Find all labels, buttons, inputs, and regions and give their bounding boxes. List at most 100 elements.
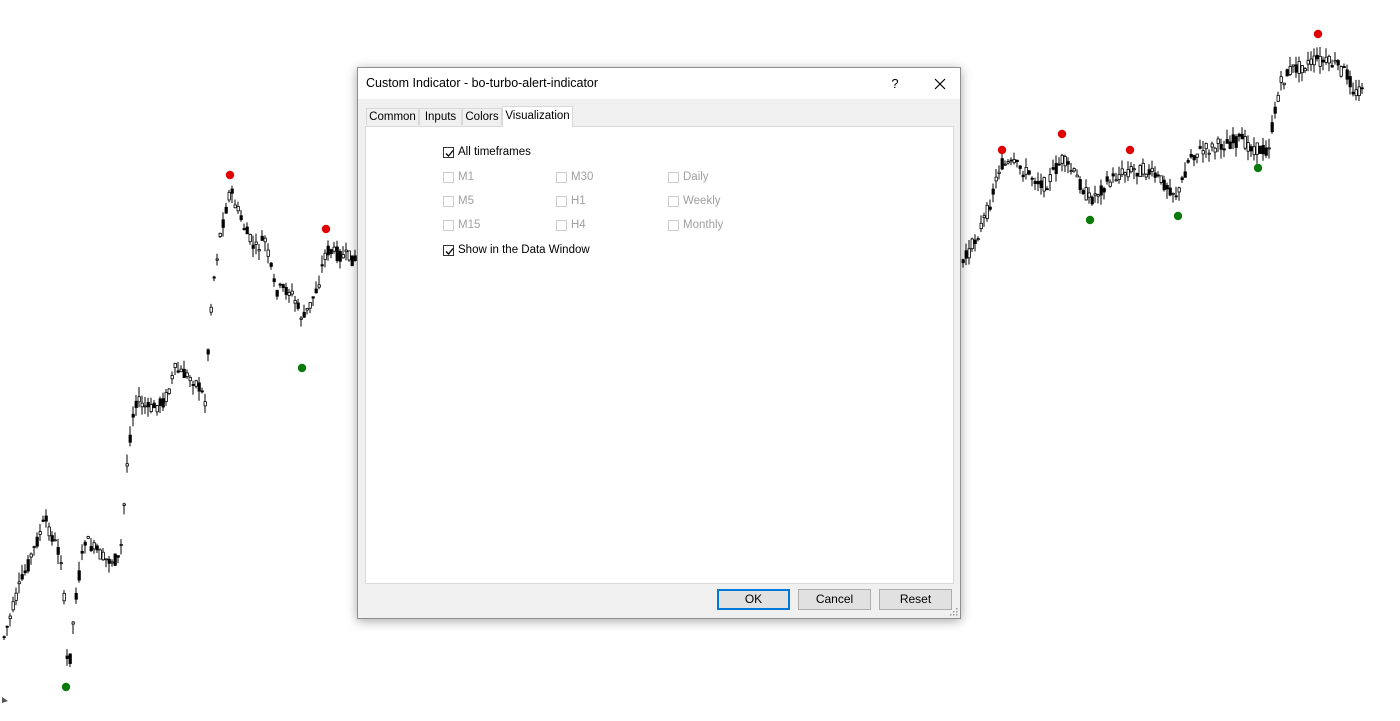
ok-button[interactable]: OK — [717, 589, 790, 610]
candle-body — [1258, 146, 1262, 154]
candle-body — [1003, 163, 1007, 166]
candle-body — [1297, 61, 1301, 74]
candle-body — [1144, 173, 1148, 178]
candle-body — [236, 206, 240, 212]
candle-body — [1321, 59, 1325, 63]
timeframe-label: Monthly — [683, 219, 724, 231]
candle-body — [209, 306, 213, 313]
sell-signal-dot — [997, 145, 1007, 155]
buy-signal-dot — [61, 682, 71, 692]
candle-body — [182, 368, 186, 379]
candle-body — [1039, 180, 1043, 188]
candle-body — [71, 621, 75, 625]
timeframe-h1-checkbox[interactable]: H1 — [556, 195, 586, 207]
candle-body — [257, 249, 261, 252]
tab-visualization[interactable]: Visualization — [502, 106, 573, 127]
title-bar[interactable]: Custom Indicator - bo-turbo-alert-indica… — [358, 68, 960, 99]
candle-body — [146, 401, 150, 408]
tab-common[interactable]: Common — [366, 108, 419, 125]
candle-body — [92, 542, 96, 550]
timeframe-m30-checkbox[interactable]: M30 — [556, 171, 593, 183]
candle-body — [1066, 161, 1070, 165]
tab-inputs[interactable]: Inputs — [419, 108, 462, 125]
candle-body — [1087, 192, 1091, 198]
reset-button[interactable]: Reset — [879, 589, 952, 610]
all-timeframes-checkbox[interactable]: All timeframes — [443, 146, 531, 158]
timeframe-daily-checkbox[interactable]: Daily — [668, 171, 709, 183]
sell-signal-dot — [1057, 129, 1067, 139]
cancel-button[interactable]: Cancel — [798, 589, 871, 610]
tab-colors[interactable]: Colors — [462, 108, 502, 125]
timeframe-m1-checkbox[interactable]: M1 — [443, 171, 474, 183]
candle-body — [1294, 64, 1298, 73]
candle-body — [104, 558, 108, 561]
candle-body — [1063, 156, 1067, 167]
all-timeframes-label: All timeframes — [458, 146, 531, 158]
candle-body — [305, 308, 309, 311]
candle-body — [152, 402, 156, 409]
candle-body — [323, 252, 327, 260]
candle-body — [1309, 58, 1313, 65]
checkmark-icon — [445, 247, 454, 255]
visualization-panel: All timeframes M1 M5 M15 M30 H1 H4 Daily… — [365, 126, 954, 584]
candle-body — [200, 390, 204, 393]
checkbox-box — [443, 195, 454, 207]
candle-body — [1318, 55, 1322, 67]
candle-body — [1210, 143, 1214, 148]
candle-body — [1288, 66, 1292, 75]
candle-body — [964, 250, 968, 259]
candle-body — [1051, 167, 1055, 170]
candle-body — [1351, 91, 1355, 95]
timeframe-weekly-checkbox[interactable]: Weekly — [668, 195, 721, 207]
candle-body — [170, 375, 174, 380]
candle-body — [1339, 66, 1343, 77]
candle-body — [38, 531, 42, 535]
candle-body — [1189, 153, 1193, 158]
candle-body — [281, 284, 285, 288]
candle-body — [1357, 86, 1361, 96]
candle-body — [1291, 64, 1295, 67]
timeframe-m15-checkbox[interactable]: M15 — [443, 219, 480, 231]
candle-body — [1033, 180, 1037, 184]
candle-body — [1012, 159, 1016, 164]
candle-body — [338, 250, 342, 262]
candle-body — [218, 232, 222, 237]
candle-body — [95, 545, 99, 551]
candle-body — [137, 396, 141, 403]
timeframe-h4-checkbox[interactable]: H4 — [556, 219, 586, 231]
close-button[interactable] — [920, 68, 960, 99]
candle-body — [263, 237, 267, 243]
help-button[interactable]: ? — [878, 68, 912, 99]
timeframe-m5-checkbox[interactable]: M5 — [443, 195, 474, 207]
candle-body — [1228, 141, 1232, 149]
resize-grip-icon[interactable] — [950, 608, 958, 616]
candle-body — [994, 176, 998, 182]
candle-body — [1345, 69, 1349, 80]
candle-body — [1024, 166, 1028, 175]
candle-body — [347, 250, 351, 261]
candle-body — [1186, 160, 1190, 163]
candle-body — [1273, 106, 1277, 114]
candle-body — [973, 239, 977, 245]
checkbox-box — [668, 195, 679, 207]
timeframe-monthly-checkbox[interactable]: Monthly — [668, 219, 723, 231]
candle-body — [1153, 172, 1157, 178]
candle-body — [191, 384, 195, 386]
candle-body — [299, 317, 303, 320]
candle-body — [167, 388, 171, 394]
candle-body — [1282, 82, 1286, 86]
close-icon — [934, 78, 946, 89]
candle-body — [287, 292, 291, 296]
show-data-window-checkbox[interactable]: Show in the Data Window — [443, 244, 590, 256]
candle-body — [176, 370, 180, 373]
buy-signal-dot — [1253, 163, 1263, 173]
candle-body — [1036, 180, 1040, 185]
candle-body — [1240, 133, 1244, 140]
candle-body — [119, 544, 123, 546]
candle-body — [1243, 136, 1247, 149]
buy-signal-dot — [297, 363, 307, 373]
candle-body — [1000, 158, 1004, 170]
candle-body — [1132, 168, 1136, 171]
candle-body — [1252, 146, 1256, 156]
candle-body — [1237, 133, 1241, 137]
